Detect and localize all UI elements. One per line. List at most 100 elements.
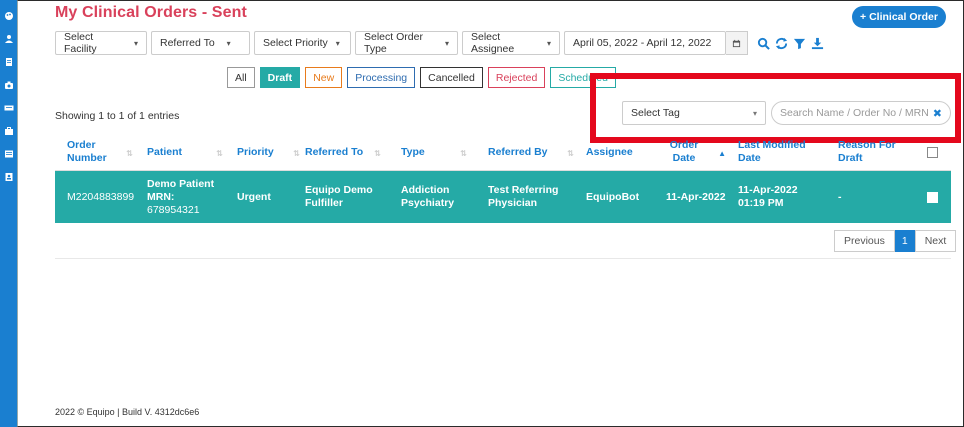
column-header-label: Referred By (488, 145, 548, 158)
column-header-order-date[interactable]: Order Date ▲ (666, 133, 726, 171)
filter-bar: Select Facility ▾ Referred To ▾ Select P… (55, 31, 826, 55)
column-header-label: Patient (147, 145, 183, 158)
cell-type: Addiction Psychiatry (401, 184, 455, 209)
table-row[interactable]: M2204883899 Demo Patient MRN: 678954321 … (55, 171, 951, 223)
chevron-down-icon: ▾ (335, 38, 340, 48)
tab-draft[interactable]: Draft (259, 67, 301, 88)
download-button[interactable] (808, 31, 826, 55)
facility-select-label: Select Facility (64, 31, 97, 55)
column-header-label: Reason For Draft (838, 139, 896, 164)
patient-name: Demo Patient (147, 177, 215, 190)
column-header-referred-to[interactable]: Referred To ⇅ (305, 133, 385, 171)
cell-select (923, 171, 941, 223)
briefcase-icon (4, 126, 13, 135)
cell-priority: Urgent (237, 190, 271, 203)
column-header-label: Order Date (669, 139, 699, 164)
entries-summary: Showing 1 to 1 of 1 entries (55, 110, 180, 122)
date-range-value: April 05, 2022 - April 12, 2022 (573, 37, 712, 49)
column-header-label: Type (401, 145, 425, 158)
column-header-order-number[interactable]: Order Number ⇅ (67, 133, 137, 171)
column-header-label: Order Number (67, 139, 107, 164)
sort-icon: ⇅ (374, 149, 381, 158)
sidebar-item-contacts[interactable] (0, 165, 17, 188)
select-all-cell (923, 133, 941, 171)
sidebar-item-camera[interactable] (0, 73, 17, 96)
list-icon (4, 150, 13, 157)
sort-icon: ⇅ (567, 149, 574, 158)
sidebar-item-users[interactable] (0, 27, 17, 50)
footer-build-info: 2022 © Equipo | Build V. 4312dc6e6 (55, 407, 200, 417)
column-header-assignee[interactable]: Assignee (586, 133, 656, 171)
download-icon (811, 37, 823, 49)
sort-icon: ⇅ (293, 149, 300, 158)
camera-icon (4, 81, 13, 89)
priority-select[interactable]: Select Priority ▾ (254, 31, 351, 55)
tab-rejected[interactable]: Rejected (487, 67, 546, 88)
patient-mrn: 678954321 (147, 203, 200, 216)
cell-reason-for-draft: - (838, 190, 842, 203)
facility-select[interactable]: Select Facility ▾ (55, 31, 147, 55)
refresh-icon (775, 37, 787, 49)
sidebar-item-orders[interactable] (0, 119, 17, 142)
pagination-page-1[interactable]: 1 (894, 230, 915, 252)
column-header-label: Referred To (305, 145, 364, 158)
sidebar-item-dashboard[interactable] (0, 4, 17, 27)
sort-ascending-icon: ▲ (718, 149, 726, 158)
refresh-button[interactable] (772, 31, 790, 55)
assignee-select[interactable]: Select Assignee ▾ (462, 31, 560, 55)
tab-all[interactable]: All (227, 67, 255, 88)
sidebar-item-list[interactable] (0, 142, 17, 165)
assignee-select-label: Select Assignee (471, 31, 515, 55)
table-header: Order Number ⇅ Patient ⇅ Priority ⇅ Refe… (55, 133, 951, 171)
calendar-icon (732, 39, 741, 47)
status-tabs: All Draft New Processing Cancelled Rejec… (227, 67, 621, 88)
pagination-previous[interactable]: Previous (834, 230, 895, 252)
sort-icon: ⇅ (460, 149, 467, 158)
calendar-button[interactable] (726, 31, 748, 55)
priority-select-label: Select Priority (263, 37, 328, 49)
filter-button[interactable] (790, 31, 808, 55)
page-title: My Clinical Orders - Sent (55, 4, 247, 21)
column-header-label: Last Modified Date (738, 139, 806, 164)
search-icon (757, 37, 770, 50)
cell-referred-to: Equipo Demo Fulfiller (305, 184, 373, 209)
sidebar-item-keyboard[interactable] (0, 96, 17, 119)
chevron-down-icon: ▾ (444, 38, 449, 48)
column-header-type[interactable]: Type ⇅ (401, 133, 471, 171)
divider (55, 258, 951, 259)
add-clinical-order-button[interactable]: + Clinical Order (852, 6, 946, 28)
cell-assignee: EquipoBot (586, 190, 640, 203)
select-all-checkbox[interactable] (926, 146, 938, 158)
cell-last-modified: 11-Apr-2022 01:19 PM (738, 184, 798, 209)
cell-order-number: M2204883899 (67, 190, 135, 203)
order-type-select[interactable]: Select Order Type ▾ (355, 31, 458, 55)
tab-cancelled[interactable]: Cancelled (420, 67, 483, 88)
search-button[interactable] (754, 31, 772, 55)
column-header-reason-for-draft[interactable]: Reason For Draft (838, 133, 918, 171)
date-range-field[interactable]: April 05, 2022 - April 12, 2022 (564, 31, 726, 55)
tab-processing[interactable]: Processing (347, 67, 416, 88)
pagination-next[interactable]: Next (914, 230, 957, 252)
referred-to-select[interactable]: Referred To ▾ (151, 31, 250, 55)
chevron-down-icon: ▾ (226, 38, 231, 48)
patient-mrn-label: MRN: (147, 190, 175, 203)
column-header-priority[interactable]: Priority ⇅ (237, 133, 300, 171)
column-header-patient[interactable]: Patient ⇅ (147, 133, 227, 171)
column-header-label: Priority (237, 145, 274, 158)
pagination: Previous 1 Next (834, 230, 957, 252)
filter-icon (793, 38, 805, 49)
column-header-last-modified[interactable]: Last Modified Date (738, 133, 818, 171)
cell-order-date: 11-Apr-2022 (666, 190, 726, 203)
referred-to-select-label: Referred To (160, 37, 215, 49)
row-checkbox[interactable] (926, 191, 938, 203)
cell-patient: Demo Patient MRN: 678954321 (147, 171, 227, 223)
chevron-down-icon: ▾ (546, 38, 551, 48)
column-header-referred-by[interactable]: Referred By ⇅ (488, 133, 578, 171)
sort-icon: ⇅ (216, 149, 223, 158)
document-icon (5, 57, 12, 66)
user-icon (4, 34, 13, 43)
palette-icon (4, 11, 13, 20)
sidebar-item-documents[interactable] (0, 50, 17, 73)
tab-new[interactable]: New (305, 67, 343, 88)
column-header-label: Assignee (586, 145, 633, 158)
